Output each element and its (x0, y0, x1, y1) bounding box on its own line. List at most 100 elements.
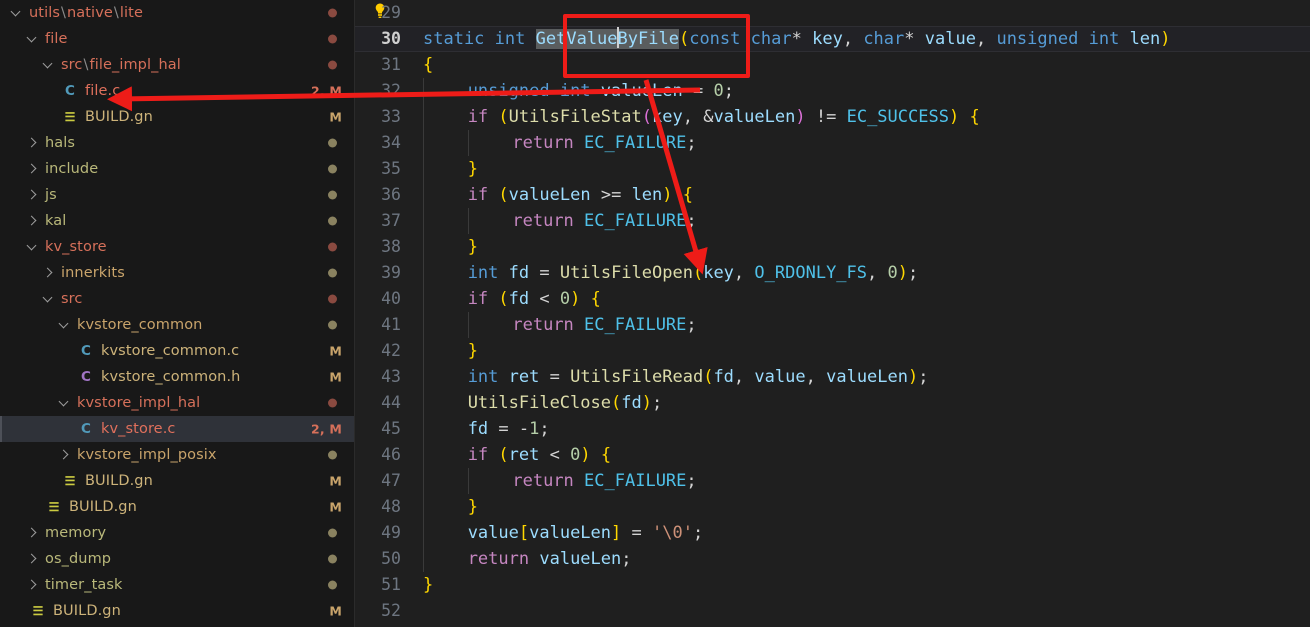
explorer-file-tree[interactable]: utils\native\lite file src\file_impl_hal Cf… (0, 0, 355, 627)
folder-change-dot (328, 190, 337, 200)
git-status-badge: 2, M (310, 83, 342, 99)
chevron-right-icon[interactable] (24, 161, 40, 177)
chevron-right-icon[interactable] (24, 187, 40, 203)
code-line[interactable]: 49 value[valueLen] = '\0'; (355, 520, 1310, 546)
code-text: } (423, 575, 434, 595)
code-line[interactable]: 48} (355, 494, 1310, 520)
folder-change-dot (328, 164, 337, 174)
tree-item-file[interactable]: file (0, 26, 354, 52)
code-text: return EC_FAILURE; (423, 130, 1310, 156)
tree-item-kvstore_impl_posix[interactable]: kvstore_impl_posix (0, 442, 354, 468)
code-line[interactable]: 52 (355, 598, 1310, 624)
chevron-right-icon[interactable] (24, 577, 40, 593)
tree-item-innerkits[interactable]: innerkits (0, 260, 354, 286)
code-editor[interactable]: 29 30 static int GetValueByFile(const char… (355, 0, 1310, 627)
gn-file-icon: ☰ (48, 500, 60, 514)
code-line[interactable]: 37 return EC_FAILURE; (355, 208, 1310, 234)
line-number: 45 (381, 419, 401, 438)
code-text: if (UtilsFileStat(key, &valueLen) != EC_… (423, 104, 1310, 130)
tree-item-kvstore_common.h[interactable]: Ckvstore_common.h M (0, 364, 354, 390)
chevron-down-icon[interactable] (40, 57, 56, 73)
tree-item-os_dump[interactable]: os_dump (0, 546, 354, 572)
tree-item-utils[interactable]: utils\native\lite (0, 0, 354, 26)
tree-item-build.gn[interactable]: ☰ BUILD.gn M (0, 104, 354, 130)
tree-item-memory[interactable]: memory (0, 520, 354, 546)
tree-item-kal[interactable]: kal (0, 208, 354, 234)
line-number: 50 (381, 549, 401, 568)
tree-item-file.c[interactable]: Cfile.c 2, M (0, 78, 354, 104)
line-number: 46 (381, 445, 401, 464)
tree-item-src[interactable]: src (0, 286, 354, 312)
code-line[interactable]: 40 if (fd < 0) { (355, 286, 1310, 312)
chevron-right-icon[interactable] (56, 447, 72, 463)
chevron-down-icon[interactable] (8, 5, 24, 21)
gn-file-icon: ☰ (64, 474, 76, 488)
tree-item-label: kvstore_common.c (101, 343, 240, 359)
code-line[interactable]: 36 if (valueLen >= len) { (355, 182, 1310, 208)
chevron-right-icon[interactable] (24, 135, 40, 151)
code-line[interactable]: 30 static int GetValueByFile(const char* … (355, 26, 1310, 52)
code-line[interactable]: 29 (355, 0, 1310, 26)
folder-change-dot (328, 450, 337, 460)
tree-item-label: BUILD.gn (85, 473, 153, 489)
tree-item-src[interactable]: src\file_impl_hal (0, 52, 354, 78)
chevron-down-icon[interactable] (56, 317, 72, 333)
code-line[interactable]: 31 { (355, 52, 1310, 78)
code-line[interactable]: 35} (355, 156, 1310, 182)
chevron-right-icon[interactable] (24, 525, 40, 541)
tree-item-label: js (45, 187, 57, 203)
chevron-right-icon[interactable] (24, 551, 40, 567)
chevron-down-icon[interactable] (40, 291, 56, 307)
tree-item-label: src (61, 291, 83, 307)
code-text: if (fd < 0) { (423, 286, 1310, 312)
git-status-badge: M (329, 109, 342, 125)
code-text: } (423, 494, 1310, 520)
folder-change-dot (328, 320, 337, 330)
code-line[interactable]: 32 unsigned int valueLen = 0; (355, 78, 1310, 104)
code-text: } (423, 156, 1310, 182)
code-line[interactable]: 45 fd = -1; (355, 416, 1310, 442)
code-line[interactable]: 46 if (ret < 0) { (355, 442, 1310, 468)
code-line[interactable]: 42} (355, 338, 1310, 364)
folder-change-dot (328, 34, 337, 44)
code-line[interactable]: 34 return EC_FAILURE; (355, 130, 1310, 156)
folder-change-dot (328, 242, 337, 252)
tree-item-build.gn[interactable]: ☰ BUILD.gn M (0, 494, 354, 520)
line-number: 37 (381, 211, 401, 230)
chevron-down-icon[interactable] (56, 395, 72, 411)
tree-item-kv_store[interactable]: kv_store (0, 234, 354, 260)
chevron-right-icon[interactable] (40, 265, 56, 281)
tree-item-build.gn[interactable]: ☰ BUILD.gn M (0, 468, 354, 494)
chevron-down-icon[interactable] (24, 239, 40, 255)
code-line[interactable]: 44 UtilsFileClose(fd); (355, 390, 1310, 416)
code-text: static int GetValueByFile(const char* ke… (423, 27, 1171, 49)
tree-item-timer_task[interactable]: timer_task (0, 572, 354, 598)
git-status-badge: M (329, 473, 342, 489)
tree-item-include[interactable]: include (0, 156, 354, 182)
vscode-window: utils\native\lite file src\file_impl_hal Cf… (0, 0, 1310, 627)
code-line[interactable]: 41 return EC_FAILURE; (355, 312, 1310, 338)
code-text: UtilsFileClose(fd); (423, 390, 1310, 416)
code-line[interactable]: 39 int fd = UtilsFileOpen(key, O_RDONLY_F… (355, 260, 1310, 286)
tree-item-kv_store.c[interactable]: Ckv_store.c 2, M (0, 416, 354, 442)
tree-item-kvstore_impl_hal[interactable]: kvstore_impl_hal (0, 390, 354, 416)
chevron-right-icon[interactable] (24, 213, 40, 229)
code-line[interactable]: 38} (355, 234, 1310, 260)
tree-item-js[interactable]: js (0, 182, 354, 208)
tree-item-build.gn[interactable]: ☰ BUILD.gn M (0, 598, 354, 624)
folder-change-dot (328, 268, 337, 278)
line-number: 42 (381, 341, 401, 360)
code-line[interactable]: 47 return EC_FAILURE; (355, 468, 1310, 494)
code-line[interactable]: 33 if (UtilsFileStat(key, &valueLen) != E… (355, 104, 1310, 130)
line-number: 32 (381, 81, 401, 100)
tree-item-hals[interactable]: hals (0, 130, 354, 156)
git-status-badge: M (329, 369, 342, 385)
code-line[interactable]: 51} (355, 572, 1310, 598)
tree-item-kvstore_common.c[interactable]: Ckvstore_common.c M (0, 338, 354, 364)
tree-item-label: innerkits (61, 265, 125, 281)
tree-item-kvstore_common[interactable]: kvstore_common (0, 312, 354, 338)
code-line[interactable]: 43 int ret = UtilsFileRead(fd, value, val… (355, 364, 1310, 390)
chevron-down-icon[interactable] (24, 31, 40, 47)
code-line[interactable]: 50 return valueLen; (355, 546, 1310, 572)
